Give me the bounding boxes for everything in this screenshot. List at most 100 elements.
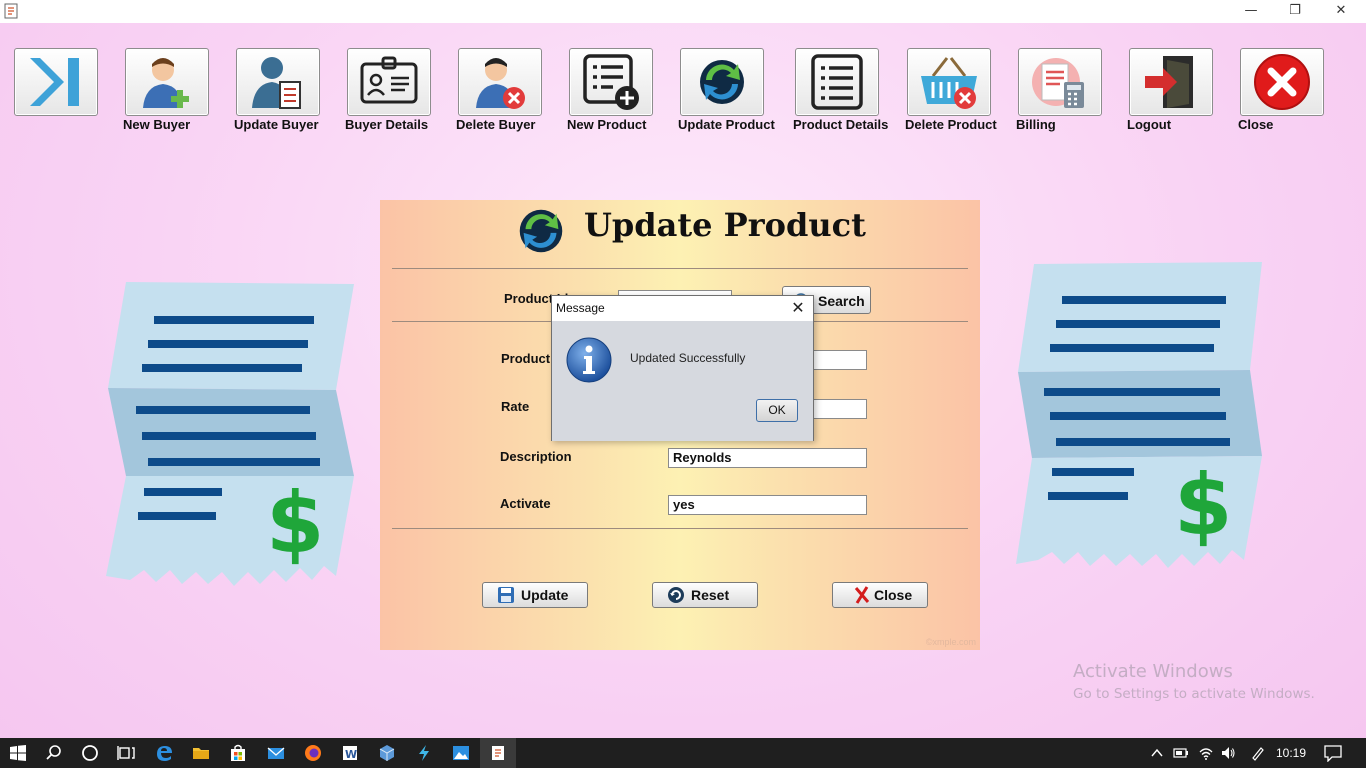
close-button-label: Close bbox=[874, 587, 913, 603]
chevron-up-icon[interactable] bbox=[1150, 746, 1164, 760]
restore-button[interactable]: ❐ bbox=[1272, 0, 1318, 23]
store-icon bbox=[231, 744, 245, 761]
close-circle-icon bbox=[1254, 54, 1310, 110]
buyer-details-button[interactable] bbox=[347, 48, 431, 116]
billing-button[interactable] bbox=[1018, 48, 1102, 116]
calculator-bill-icon bbox=[1032, 58, 1084, 108]
file-explorer-taskbar-button[interactable] bbox=[183, 738, 219, 768]
logout-button[interactable] bbox=[1129, 48, 1213, 116]
delete-user-icon bbox=[476, 58, 525, 109]
new-product-button[interactable] bbox=[569, 48, 653, 116]
watermark: ©xmple.com bbox=[925, 637, 976, 647]
delete-buyer-button[interactable] bbox=[458, 48, 542, 116]
wifi-icon[interactable] bbox=[1198, 745, 1214, 761]
product-details-label: Product Details bbox=[793, 117, 889, 132]
photos-taskbar-button[interactable] bbox=[443, 738, 479, 768]
java-icon bbox=[492, 746, 504, 760]
word-icon: W bbox=[343, 746, 357, 761]
activate-windows-watermark: Activate Windows Go to Settings to activ… bbox=[1073, 661, 1315, 702]
virtualbox-taskbar-button[interactable] bbox=[369, 738, 405, 768]
update-button-label: Update bbox=[521, 587, 569, 603]
divider bbox=[392, 528, 968, 529]
edge-icon bbox=[157, 746, 172, 761]
task-view-button[interactable] bbox=[108, 738, 144, 768]
close-app-button[interactable] bbox=[1240, 48, 1324, 116]
taskbar: W 10:19 bbox=[0, 738, 1366, 768]
product-name-label: Product bbox=[501, 351, 551, 366]
dialog-close-button[interactable]: ✕ bbox=[789, 298, 807, 318]
update-button[interactable]: Update bbox=[482, 582, 588, 608]
new-buyer-label: New Buyer bbox=[123, 117, 191, 132]
receipt-illustration-left: $ bbox=[106, 282, 354, 586]
update-product-button[interactable] bbox=[680, 48, 764, 116]
page-title: Update Product bbox=[584, 206, 866, 244]
minimize-button[interactable]: — bbox=[1228, 0, 1274, 23]
search-icon bbox=[46, 745, 61, 760]
buyer-details-label: Buyer Details bbox=[345, 117, 429, 132]
task-view-icon bbox=[117, 746, 135, 760]
start-button[interactable] bbox=[0, 738, 36, 768]
divider bbox=[392, 268, 968, 269]
refresh-icon bbox=[519, 209, 563, 253]
search-button-label: Search bbox=[818, 293, 865, 309]
delete-product-label: Delete Product bbox=[905, 117, 997, 132]
id-card-icon bbox=[360, 56, 418, 104]
search-taskbar-button[interactable] bbox=[36, 738, 72, 768]
message-dialog: Message ✕ Updated Successfully OK bbox=[551, 295, 814, 441]
taskbar-clock[interactable]: 10:19 bbox=[1276, 746, 1306, 760]
dialog-message: Updated Successfully bbox=[630, 351, 746, 365]
delete-product-button[interactable] bbox=[907, 48, 991, 116]
delete-basket-icon bbox=[921, 57, 977, 109]
edge-taskbar-button[interactable] bbox=[146, 738, 182, 768]
flash-taskbar-button[interactable] bbox=[406, 738, 442, 768]
window-close-button[interactable]: ✕ bbox=[1318, 0, 1364, 23]
exit-door-icon bbox=[1145, 56, 1193, 108]
dialog-body: Updated Successfully OK bbox=[552, 321, 813, 441]
folder-icon bbox=[193, 748, 209, 759]
add-user-icon bbox=[143, 58, 189, 108]
edit-user-icon bbox=[252, 57, 301, 109]
main-toolbar: New Buyer Update Buyer Buyer Details Del… bbox=[0, 46, 1366, 141]
ok-button[interactable]: OK bbox=[756, 399, 798, 422]
dialog-titlebar: Message ✕ bbox=[552, 296, 813, 321]
java-app-icon bbox=[4, 3, 18, 19]
info-icon bbox=[566, 337, 612, 383]
activate-windows-title: Activate Windows bbox=[1073, 661, 1233, 682]
activate-windows-subtitle: Go to Settings to activate Windows. bbox=[1073, 686, 1315, 702]
firefox-icon bbox=[305, 745, 321, 761]
save-icon bbox=[498, 587, 514, 603]
volume-icon[interactable] bbox=[1220, 745, 1236, 761]
product-details-button[interactable] bbox=[795, 48, 879, 116]
firefox-taskbar-button[interactable] bbox=[295, 738, 331, 768]
word-taskbar-button[interactable]: W bbox=[332, 738, 368, 768]
receipt-illustration-right: $ bbox=[1016, 262, 1262, 568]
java-app-taskbar-button[interactable] bbox=[480, 738, 516, 768]
new-buyer-button[interactable] bbox=[125, 48, 209, 116]
notification-icon[interactable] bbox=[1324, 745, 1342, 762]
reset-button[interactable]: Reset bbox=[652, 582, 758, 608]
update-buyer-button[interactable] bbox=[236, 48, 320, 116]
lightning-icon bbox=[419, 745, 429, 761]
update-product-label: Update Product bbox=[678, 117, 775, 132]
logout-label: Logout bbox=[1127, 117, 1172, 132]
window-titlebar: — ❐ ✕ bbox=[0, 0, 1366, 23]
activate-input[interactable]: yes bbox=[668, 495, 867, 515]
svg-text:$: $ bbox=[1174, 456, 1232, 554]
cortana-button[interactable] bbox=[72, 738, 108, 768]
mail-taskbar-button[interactable] bbox=[258, 738, 294, 768]
battery-icon[interactable] bbox=[1173, 746, 1189, 760]
store-taskbar-button[interactable] bbox=[220, 738, 256, 768]
description-input[interactable]: Reynolds bbox=[668, 448, 867, 468]
new-product-label: New Product bbox=[567, 117, 647, 132]
description-label: Description bbox=[500, 449, 572, 464]
delete-buyer-label: Delete Buyer bbox=[456, 117, 536, 132]
windows-icon bbox=[10, 745, 26, 761]
reset-button-label: Reset bbox=[691, 587, 730, 603]
rate-label: Rate bbox=[501, 399, 530, 414]
pen-icon[interactable] bbox=[1250, 745, 1266, 761]
close-button[interactable]: Close bbox=[832, 582, 928, 608]
reset-icon bbox=[668, 587, 684, 603]
close-x-icon bbox=[854, 586, 870, 604]
svg-text:W: W bbox=[345, 748, 357, 761]
next-button[interactable] bbox=[14, 48, 98, 116]
